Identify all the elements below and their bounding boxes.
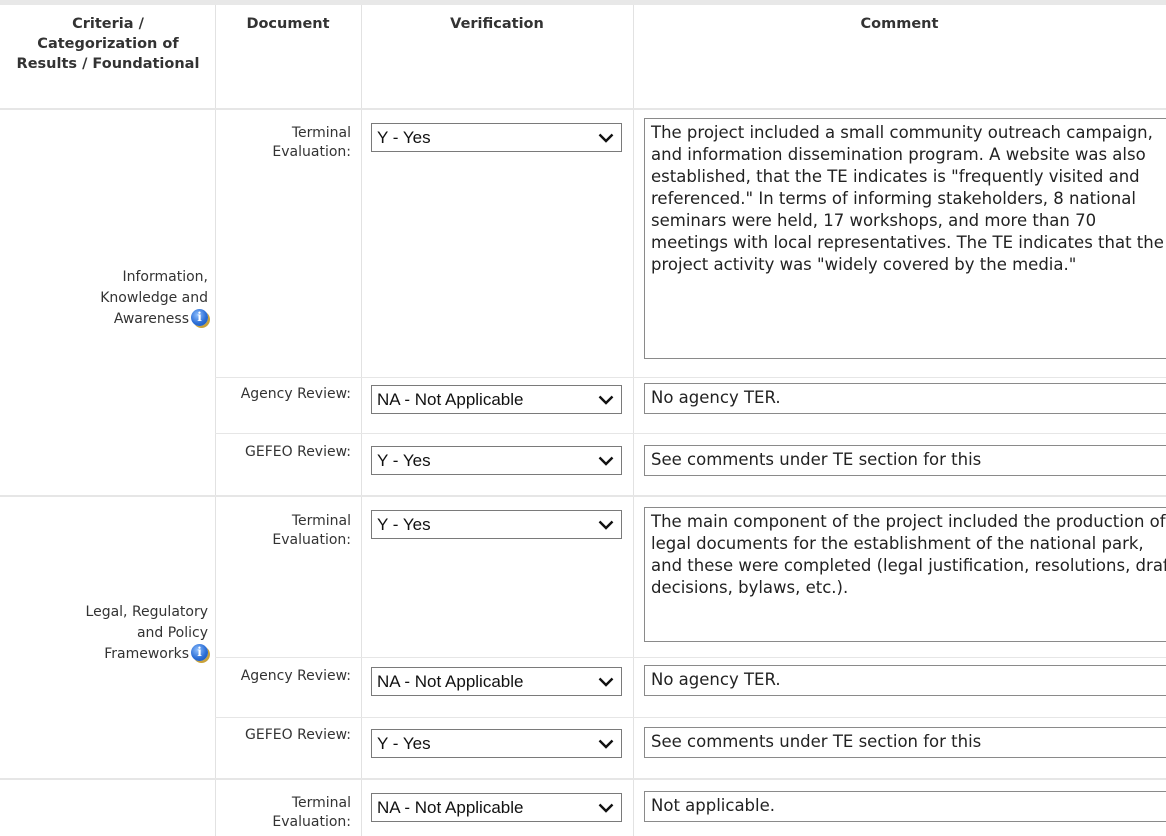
row-divider — [0, 495, 1166, 497]
column-header-verification: Verification — [450, 16, 544, 32]
chevron-down-icon — [597, 124, 615, 151]
table-top-border — [0, 0, 1166, 5]
info-icon[interactable] — [191, 644, 208, 661]
criteria-legal-regulatory: Legal, Regulatory and Policy Frameworks — [0, 602, 208, 665]
chevron-down-icon — [597, 730, 615, 757]
row-divider — [215, 657, 1166, 658]
row-divider — [215, 377, 1166, 378]
verification-select[interactable]: NA - Not Applicable — [371, 385, 622, 414]
criteria-label: Legal, Regulatory and Policy Frameworks — [85, 604, 208, 662]
info-icon[interactable] — [191, 309, 208, 326]
comment-textarea[interactable]: No agency TER. — [644, 665, 1166, 696]
chevron-down-icon — [597, 447, 615, 474]
verification-select[interactable]: Y - Yes — [371, 123, 622, 152]
comment-textarea[interactable]: See comments under TE section for this — [644, 445, 1166, 476]
verification-value: Y - Yes — [377, 734, 431, 753]
comment-textarea[interactable]: The project included a small community o… — [644, 118, 1166, 359]
row-divider — [0, 778, 1166, 780]
column-header-criteria: Criteria / Categorization of Results / F… — [16, 16, 200, 72]
row-divider — [215, 433, 1166, 434]
row-divider — [0, 108, 1166, 110]
chevron-down-icon — [597, 668, 615, 695]
verification-value: NA - Not Applicable — [377, 672, 524, 691]
column-header-comment: Comment — [860, 16, 939, 32]
doc-terminal-evaluation: Terminal Evaluation: — [272, 795, 351, 830]
verification-select[interactable]: NA - Not Applicable — [371, 793, 622, 822]
verification-value: NA - Not Applicable — [377, 390, 524, 409]
verification-select[interactable]: Y - Yes — [371, 446, 622, 475]
verification-select[interactable]: NA - Not Applicable — [371, 667, 622, 696]
verification-select[interactable]: Y - Yes — [371, 510, 622, 539]
row-divider — [215, 717, 1166, 718]
doc-gefeo-review: GEFEO Review: — [245, 444, 351, 460]
doc-agency-review: Agency Review: — [240, 386, 351, 402]
doc-terminal-evaluation: Terminal Evaluation: — [272, 125, 351, 160]
verification-value: Y - Yes — [377, 451, 431, 470]
column-divider — [361, 5, 362, 836]
verification-value: Y - Yes — [377, 128, 431, 147]
column-divider — [633, 5, 634, 836]
verification-value: Y - Yes — [377, 515, 431, 534]
comment-textarea[interactable]: The main component of the project includ… — [644, 507, 1166, 642]
comment-textarea[interactable]: See comments under TE section for this — [644, 727, 1166, 758]
chevron-down-icon — [597, 386, 615, 413]
verification-value: NA - Not Applicable — [377, 798, 524, 817]
doc-gefeo-review: GEFEO Review: — [245, 727, 351, 743]
criteria-info-knowledge: Information, Knowledge and Awareness — [0, 267, 208, 330]
verification-select[interactable]: Y - Yes — [371, 729, 622, 758]
comment-textarea[interactable]: No agency TER. — [644, 383, 1166, 414]
chevron-down-icon — [597, 511, 615, 538]
chevron-down-icon — [597, 794, 615, 821]
doc-terminal-evaluation: Terminal Evaluation: — [272, 513, 351, 548]
column-header-document: Document — [246, 16, 330, 32]
comment-textarea[interactable]: Not applicable. — [644, 791, 1166, 822]
doc-agency-review: Agency Review: — [240, 668, 351, 684]
